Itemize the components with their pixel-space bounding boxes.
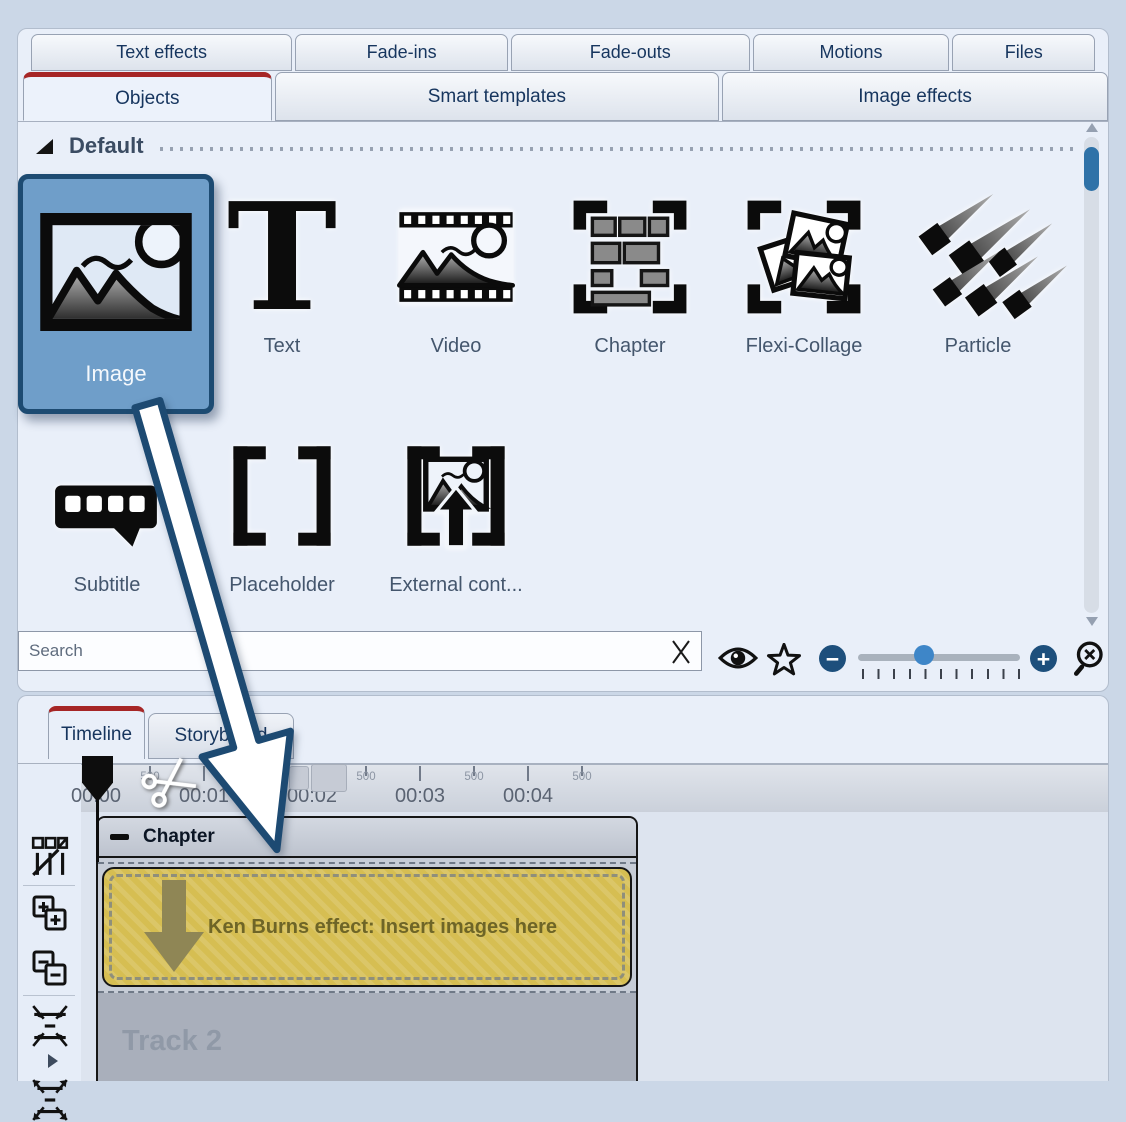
- dropzone-text: Ken Burns effect: Insert images here: [208, 869, 557, 985]
- text-icon: T: [227, 187, 337, 327]
- image-icon: [40, 197, 192, 347]
- expand-all-tracks-icon[interactable]: [31, 892, 69, 936]
- placeholder-icon: [222, 426, 342, 566]
- object-label: Chapter: [594, 335, 665, 358]
- chapter-title: Chapter: [143, 826, 215, 848]
- favorites-star-icon[interactable]: [766, 643, 802, 682]
- object-flexi-collage[interactable]: Flexi-Collage: [729, 187, 879, 358]
- track-divider-dashed: [98, 862, 636, 864]
- track-layout-icon[interactable]: [31, 834, 69, 878]
- object-chapter[interactable]: Chapter: [555, 187, 705, 358]
- object-subtitle[interactable]: Subtitle: [32, 426, 182, 597]
- collapse-all-tracks-icon[interactable]: [31, 947, 69, 991]
- toolbox-panel: Text effects Fade-ins Fade-outs Motions …: [17, 28, 1109, 692]
- object-label: Placeholder: [229, 574, 335, 597]
- ruler-minor-label: 500: [356, 771, 375, 783]
- thumbnail-size-slider-thumb[interactable]: [914, 645, 934, 665]
- timeline-toolbar: [18, 764, 82, 1081]
- chapter-icon: [573, 187, 687, 327]
- tab-motions[interactable]: Motions: [753, 34, 950, 71]
- section-title: Default: [69, 133, 144, 159]
- timeline-tracks-area[interactable]: Chapter Ken Burns effect: Insert images …: [81, 812, 1108, 1081]
- tab-image-effects[interactable]: Image effects: [722, 72, 1108, 121]
- ruler-minor-label: 500: [572, 771, 591, 783]
- object-label: Image: [85, 361, 146, 387]
- timeline-ruler[interactable]: 00:0050000:0150000:0250000:0350000:04500: [81, 764, 1108, 813]
- object-label: Particle: [945, 335, 1012, 358]
- playhead-line: [96, 800, 99, 862]
- chapter-track-group[interactable]: Chapter Ken Burns effect: Insert images …: [96, 816, 638, 1081]
- scroll-up-icon[interactable]: [1086, 123, 1098, 132]
- visibility-eye-icon[interactable]: [718, 643, 758, 678]
- ruler-second-label: 00:03: [395, 785, 445, 808]
- particle-icon: [920, 187, 1036, 327]
- ruler-major-tick: [419, 766, 421, 781]
- ruler-minor-label: 500: [248, 771, 267, 783]
- scrollbar-track[interactable]: [1084, 137, 1099, 613]
- object-label: External cont...: [389, 574, 522, 597]
- track-2[interactable]: Track 2: [98, 993, 636, 1081]
- flyout-arrow-icon[interactable]: [48, 1054, 58, 1068]
- collapse-chapter-icon[interactable]: [110, 834, 129, 840]
- tab-files[interactable]: Files: [952, 34, 1095, 71]
- object-text[interactable]: T Text: [207, 187, 357, 358]
- object-external-content[interactable]: External cont...: [381, 426, 531, 597]
- zoom-reset-magnifier-icon[interactable]: [1074, 641, 1110, 682]
- section-collapse-icon[interactable]: [36, 139, 53, 154]
- toolbar-separator: [23, 995, 75, 996]
- tab-label: Storyboard: [175, 725, 268, 747]
- object-label: Flexi-Collage: [746, 335, 863, 358]
- object-image-selected[interactable]: Image: [18, 174, 214, 414]
- object-label: Subtitle: [74, 574, 141, 597]
- subtitle-icon: [51, 426, 163, 566]
- timeline-main: 00:0050000:0150000:0250000:0350000:04500…: [81, 764, 1108, 1081]
- search-input[interactable]: [18, 631, 702, 671]
- clear-search-icon[interactable]: [666, 637, 696, 667]
- tab-fade-ins[interactable]: Fade-ins: [295, 34, 508, 71]
- ruler-major-tick: [527, 766, 529, 781]
- slider-tick-marks: [862, 669, 1020, 679]
- ruler-second-label: 00:01: [179, 785, 229, 808]
- external-content-icon: [396, 426, 516, 566]
- ruler-minor-label: 500: [140, 771, 159, 783]
- tab-fade-outs[interactable]: Fade-outs: [511, 34, 750, 71]
- object-placeholder[interactable]: Placeholder: [207, 426, 357, 597]
- chapter-header[interactable]: Chapter: [98, 818, 636, 858]
- tab-storyboard[interactable]: Storyboard: [148, 713, 294, 759]
- text-glyph: T: [227, 197, 337, 317]
- shrink-view-icon[interactable]: [31, 1004, 69, 1048]
- zoom-out-button[interactable]: −: [819, 645, 846, 672]
- ruler-second-label: 00:04: [503, 785, 553, 808]
- object-video[interactable]: Video: [381, 187, 531, 358]
- thumbnail-size-slider-track[interactable]: [858, 654, 1020, 661]
- scrollbar-thumb[interactable]: [1084, 147, 1099, 191]
- section-header-default[interactable]: Default: [36, 133, 1078, 159]
- drag-ghost-block: [311, 764, 347, 792]
- tab-label: Timeline: [61, 724, 132, 746]
- drop-arrow-icon: [142, 880, 206, 974]
- ruler-minor-label: 500: [464, 771, 483, 783]
- section-dotted-rule: [160, 147, 1078, 151]
- enlarge-view-icon[interactable]: [31, 1078, 69, 1122]
- object-particle[interactable]: Particle: [903, 187, 1053, 358]
- flexi-collage-icon: [747, 187, 861, 327]
- track-2-label: Track 2: [122, 1025, 222, 1057]
- tab-objects[interactable]: Objects: [23, 72, 272, 121]
- video-icon: [397, 187, 515, 327]
- timeline-panel: Storyboard Timeline: [17, 695, 1109, 1081]
- toolbox-tab-row-1: Text effects Fade-ins Fade-outs Motions …: [31, 34, 1095, 71]
- tab-timeline[interactable]: Timeline: [48, 706, 145, 759]
- scroll-down-icon[interactable]: [1086, 617, 1098, 626]
- object-label: Video: [431, 335, 482, 358]
- drag-ghost-block: [289, 766, 309, 790]
- zoom-in-button[interactable]: +: [1030, 645, 1057, 672]
- ken-burns-dropzone[interactable]: Ken Burns effect: Insert images here: [102, 867, 632, 987]
- ruler-major-tick: [203, 766, 205, 781]
- tab-text-effects[interactable]: Text effects: [31, 34, 292, 71]
- toolbar-separator: [23, 885, 75, 886]
- tab-smart-templates[interactable]: Smart templates: [275, 72, 720, 121]
- toolbox-tab-row-2: Objects Smart templates Image effects: [18, 72, 1108, 122]
